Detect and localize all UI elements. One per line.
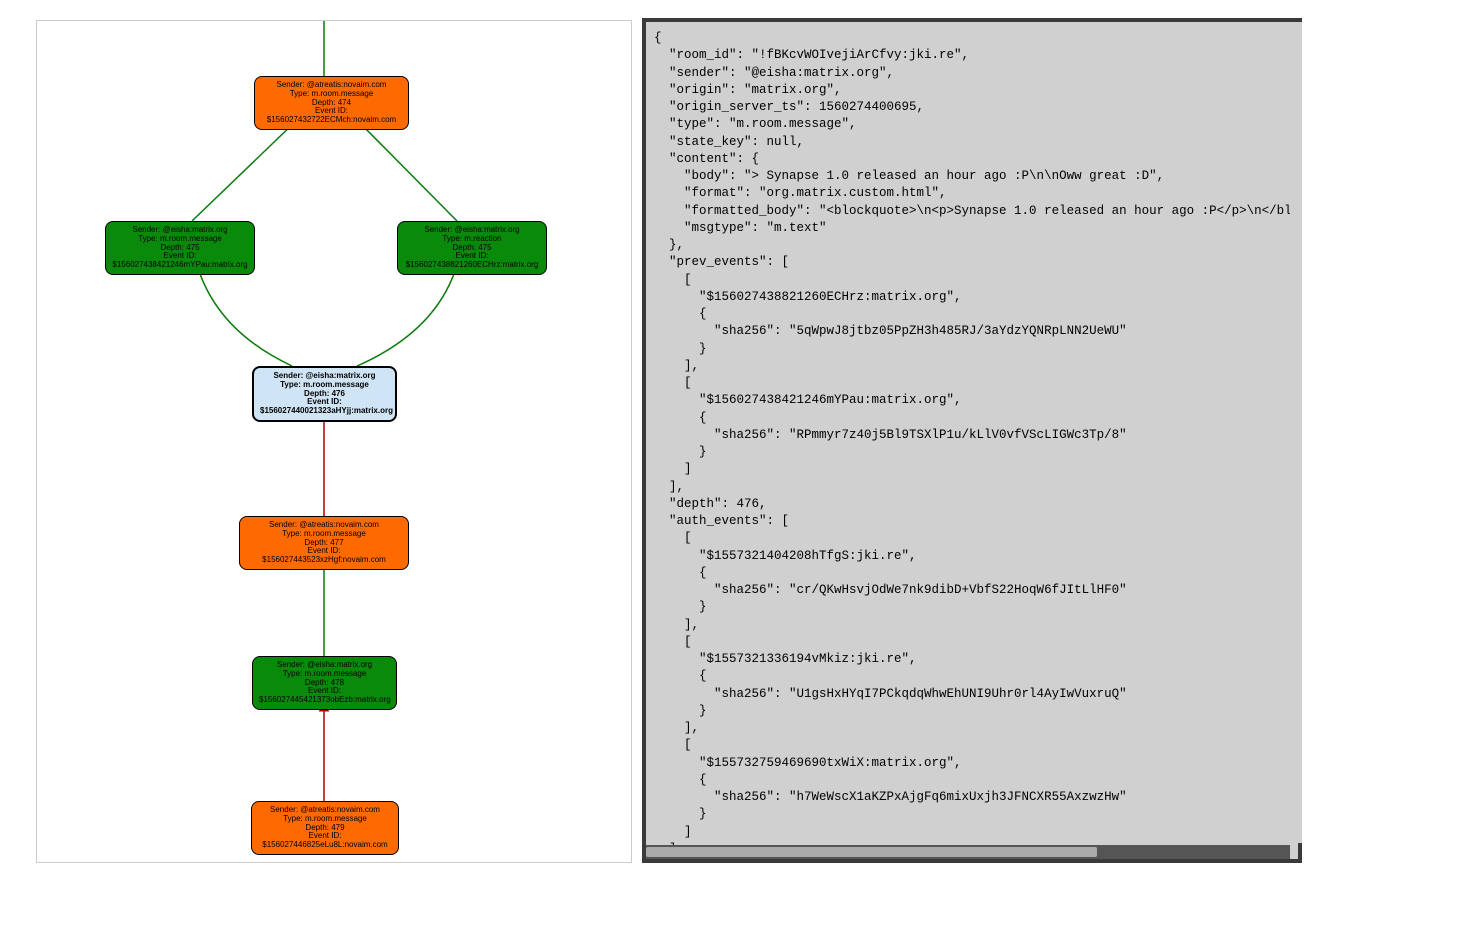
node-text: $156027438821260ECHrz:matrix.org <box>404 261 540 270</box>
scrollbar-thumb[interactable] <box>646 847 1097 857</box>
graph-edges <box>37 21 632 863</box>
event-node-n6[interactable]: Sender: @eisha:matrix.orgType: m.room.me… <box>252 656 397 710</box>
event-node-n4[interactable]: Sender: @eisha:matrix.orgType: m.room.me… <box>252 366 397 422</box>
event-node-n3[interactable]: Sender: @eisha:matrix.orgType: m.reactio… <box>397 221 547 275</box>
node-text: $156027446825eLu8L:novaim.com <box>258 841 392 850</box>
event-node-n1[interactable]: Sender: @atreatis:novaim.comType: m.room… <box>254 76 409 130</box>
event-node-n7[interactable]: Sender: @atreatis:novaim.comType: m.room… <box>251 801 399 855</box>
json-panel: { "room_id": "!fBKcvWOIvejiArCfvy:jki.re… <box>642 18 1302 863</box>
node-text: $156027440021323aHYjj:matrix.org <box>260 407 389 416</box>
json-content[interactable]: { "room_id": "!fBKcvWOIvejiArCfvy:jki.re… <box>646 22 1298 859</box>
node-text: Event ID: $156027443523xzHgf:novaim.com <box>246 547 402 565</box>
graph-panel[interactable]: Sender: @atreatis:novaim.comType: m.room… <box>36 20 632 863</box>
event-node-n2[interactable]: Sender: @eisha:matrix.orgType: m.room.me… <box>105 221 255 275</box>
scrollbar-vertical[interactable] <box>1290 22 1302 843</box>
node-text: $156027438421246mYPau:matrix.org <box>112 261 248 270</box>
event-node-n5[interactable]: Sender: @atreatis:novaim.comType: m.room… <box>239 516 409 570</box>
node-text: $156027432722ECMch:novaim.com <box>261 116 402 125</box>
scrollbar-horizontal[interactable] <box>646 845 1290 859</box>
node-text: $156027445421373obEzb:matrix.org <box>259 696 390 705</box>
